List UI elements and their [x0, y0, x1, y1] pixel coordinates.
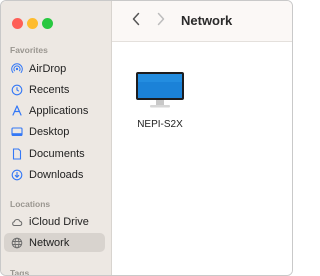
close-window-button[interactable] — [12, 18, 23, 29]
clock-icon — [11, 84, 23, 96]
sidebar-item-label: Downloads — [29, 168, 84, 181]
sidebar: Favorites AirDrop Recents Applications D… — [1, 1, 112, 276]
monitor-icon — [135, 71, 185, 114]
sidebar-section-favorites: Favorites — [10, 45, 48, 55]
document-icon — [11, 147, 23, 160]
device-label: NEPI-S2X — [137, 119, 183, 130]
sidebar-item-icloud-drive[interactable]: iCloud Drive — [4, 212, 105, 231]
sidebar-item-label: AirDrop — [29, 62, 67, 75]
network-content: NEPI-S2X — [112, 42, 292, 275]
sidebar-item-recents[interactable]: Recents — [4, 80, 105, 99]
sidebar-section-locations: Locations — [10, 199, 51, 209]
sidebar-item-label: Desktop — [29, 125, 70, 138]
sidebar-item-network[interactable]: Network — [4, 233, 105, 252]
chevron-left-icon — [131, 12, 141, 31]
sidebar-item-airdrop[interactable]: AirDrop — [4, 59, 105, 78]
sidebar-item-desktop[interactable]: Desktop — [4, 122, 105, 141]
sidebar-item-downloads[interactable]: Downloads — [4, 165, 105, 184]
sidebar-item-label: iCloud Drive — [29, 215, 89, 228]
cloud-icon — [11, 216, 23, 228]
sidebar-item-applications[interactable]: Applications — [4, 101, 105, 120]
network-device-item[interactable]: NEPI-S2X — [130, 71, 190, 130]
toolbar: Network — [112, 1, 292, 42]
download-icon — [11, 169, 23, 181]
sidebar-item-documents[interactable]: Documents — [4, 144, 105, 163]
window-title: Network — [181, 13, 233, 28]
sidebar-item-label: Applications — [29, 104, 89, 117]
forward-button[interactable] — [154, 12, 168, 31]
sidebar-item-label: Network — [29, 236, 70, 249]
sidebar-item-label: Recents — [29, 83, 70, 96]
airdrop-icon — [11, 62, 23, 75]
sidebar-item-label: Documents — [29, 147, 85, 160]
finder-window: Favorites AirDrop Recents Applications D… — [0, 0, 293, 276]
back-button[interactable] — [129, 12, 143, 31]
globe-icon — [11, 237, 23, 249]
applications-icon — [11, 104, 23, 117]
minimize-window-button[interactable] — [27, 18, 38, 29]
desktop-icon — [11, 126, 23, 138]
sidebar-section-tags: Tags — [10, 268, 30, 276]
chevron-right-icon — [156, 12, 166, 31]
zoom-window-button[interactable] — [42, 18, 53, 29]
